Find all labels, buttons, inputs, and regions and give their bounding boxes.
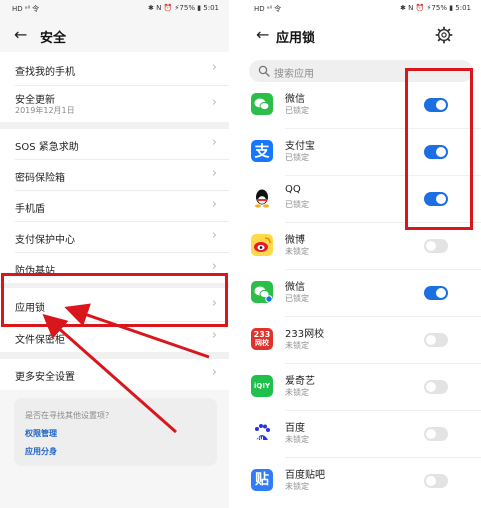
- back-arrow-icon[interactable]: ←: [14, 26, 27, 44]
- lock-status: 未锁定: [285, 247, 309, 256]
- baidu-icon: du: [251, 422, 273, 444]
- app-name: 支付宝: [285, 141, 315, 152]
- settings-item-label: 文件保密柜: [15, 335, 65, 346]
- app-name: 爱奇艺: [285, 376, 315, 387]
- chevron-right-icon: ›: [211, 135, 217, 150]
- iqiyi-icon: iQIY: [251, 375, 273, 397]
- status-left: HD ᵃˡˡ 令: [254, 5, 282, 13]
- lock-status: 未锁定: [285, 482, 309, 491]
- search-placeholder: 搜索应用: [274, 69, 314, 80]
- highlight-box-app-lock: [1, 273, 228, 327]
- app-row-baidu: du 百度 未锁定: [242, 411, 481, 458]
- chevron-right-icon: ›: [211, 95, 217, 110]
- app-name: 百度: [285, 423, 305, 434]
- settings-item-label: 支付保护中心: [15, 235, 75, 246]
- app-row-tieba: 贴 百度贴吧 未锁定: [242, 458, 481, 505]
- settings-item-label: 安全更新: [15, 95, 55, 106]
- settings-item-find-phone[interactable]: 查找我的手机 ›: [0, 52, 229, 86]
- alipay-icon: 支: [251, 140, 273, 162]
- lock-toggle[interactable]: [424, 239, 448, 253]
- app-name: 百度贴吧: [285, 470, 325, 481]
- settings-item-label: 查找我的手机: [15, 67, 75, 78]
- lock-status: 已锁定: [285, 153, 309, 162]
- link-app-twin[interactable]: 应用分身: [25, 446, 57, 457]
- settings-item-sub: 2019年12月1日: [15, 106, 75, 115]
- status-bar: HD ᵃˡˡ 令 ✱ N ⏰ ⚡75% ▮ 5:01: [0, 0, 229, 18]
- page-title: 应用锁: [276, 31, 316, 46]
- status-right: ✱ N ⏰ ⚡75% ▮ 5:01: [400, 4, 471, 12]
- suggestion-question: 是否在寻找其他设置项？: [25, 411, 113, 420]
- settings-item-security-update[interactable]: 安全更新 2019年12月1日 ›: [0, 86, 229, 122]
- tieba-icon: 贴: [251, 469, 273, 491]
- weibo-icon: [251, 234, 273, 256]
- suggestion-card: 是否在寻找其他设置项？ 权限管理 应用分身: [14, 398, 217, 466]
- lock-status: 已锁定: [285, 200, 309, 209]
- app-name: 微信: [285, 94, 305, 105]
- title-bar: ← 应用锁: [242, 20, 481, 52]
- 233-icon-number: 233: [253, 330, 271, 339]
- chevron-right-icon: ›: [211, 60, 217, 75]
- settings-item-payment-protection[interactable]: 支付保护中心 ›: [0, 222, 229, 253]
- wechat-clone-icon: [251, 281, 273, 303]
- page-title: 安全: [40, 31, 67, 46]
- app-row-233: 233 网校 233网校 未锁定: [242, 317, 481, 364]
- app-row-iqiyi: iQIY 爱奇艺 未锁定: [242, 364, 481, 411]
- search-icon: [258, 65, 270, 77]
- gear-icon[interactable]: [435, 26, 453, 44]
- app-name: QQ: [285, 184, 301, 195]
- chevron-right-icon: ›: [211, 259, 217, 274]
- 233-icon: 233 网校: [251, 328, 273, 350]
- baidu-icon-text: du: [255, 435, 264, 442]
- chevron-right-icon: ›: [211, 365, 217, 380]
- lock-status: 未锁定: [285, 388, 309, 397]
- status-left: HD ᵃˡˡ 令: [12, 5, 40, 13]
- settings-item-label: SOS 紧急求助: [15, 142, 79, 153]
- app-row-weibo: 微博 未锁定: [242, 223, 481, 270]
- chevron-right-icon: ›: [211, 328, 217, 343]
- lock-toggle[interactable]: [424, 380, 448, 394]
- lock-toggle[interactable]: [424, 427, 448, 441]
- title-bar: ← 安全: [0, 20, 229, 52]
- settings-item-label: 手机盾: [15, 204, 45, 215]
- chevron-right-icon: ›: [211, 197, 217, 212]
- status-right: ✱ N ⏰ ⚡75% ▮ 5:01: [148, 4, 219, 12]
- 233-icon-caption: 网校: [255, 339, 269, 347]
- security-settings-screen: HD ᵃˡˡ 令 ✱ N ⏰ ⚡75% ▮ 5:01 ← 安全 查找我的手机 ›…: [0, 0, 229, 508]
- status-bar: HD ᵃˡˡ 令 ✱ N ⏰ ⚡75% ▮ 5:01: [242, 0, 481, 18]
- app-row-wechat-clone: 微信 已锁定: [242, 270, 481, 317]
- lock-status: 已锁定: [285, 106, 309, 115]
- settings-item-label: 密码保险箱: [15, 173, 65, 184]
- chevron-right-icon: ›: [211, 228, 217, 243]
- settings-item-password-vault[interactable]: 密码保险箱 ›: [0, 160, 229, 191]
- lock-toggle[interactable]: [424, 286, 448, 300]
- app-name: 微信: [285, 282, 305, 293]
- settings-item-phone-shield[interactable]: 手机盾 ›: [0, 191, 229, 222]
- app-name: 微博: [285, 235, 305, 246]
- qq-icon: [251, 187, 273, 209]
- lock-toggle[interactable]: [424, 474, 448, 488]
- settings-item-more-security[interactable]: 更多安全设置 ›: [0, 359, 229, 390]
- lock-toggle[interactable]: [424, 333, 448, 347]
- link-permission-management[interactable]: 权限管理: [25, 428, 57, 439]
- settings-item-sos[interactable]: SOS 紧急求助 ›: [0, 129, 229, 160]
- lock-status: 已锁定: [285, 294, 309, 303]
- wechat-icon: [251, 93, 273, 115]
- back-arrow-icon[interactable]: ←: [256, 26, 269, 44]
- settings-item-label: 更多安全设置: [15, 372, 75, 383]
- chevron-right-icon: ›: [211, 166, 217, 181]
- app-name: 233网校: [285, 329, 325, 340]
- lock-status: 未锁定: [285, 435, 309, 444]
- highlight-box-toggles: [405, 68, 473, 230]
- lock-status: 未锁定: [285, 341, 309, 350]
